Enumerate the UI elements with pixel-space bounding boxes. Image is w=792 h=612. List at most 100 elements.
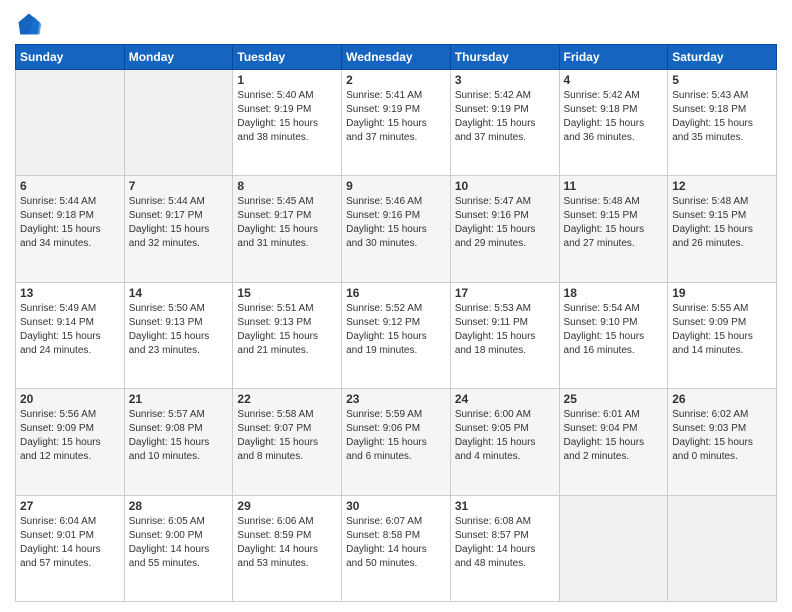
day-header-row: SundayMondayTuesdayWednesdayThursdayFrid… — [16, 45, 777, 70]
calendar-cell: 18 Sunrise: 5:54 AMSunset: 9:10 PMDayligh… — [559, 282, 668, 388]
day-header-sunday: Sunday — [16, 45, 125, 70]
calendar-cell: 23 Sunrise: 5:59 AMSunset: 9:06 PMDayligh… — [342, 389, 451, 495]
day-number: 30 — [346, 499, 446, 513]
calendar-cell: 6Sunrise: 5:44 AMSunset: 9:18 PMDaylight… — [16, 176, 125, 282]
day-info: Sunrise: 5:44 AMSunset: 9:17 PMDaylight:… — [129, 195, 229, 251]
day-info: Sunrise: 6:07 AMSunset: 8:58 PMDaylight:… — [346, 515, 446, 571]
calendar-cell: 10 Sunrise: 5:47 AMSunset: 9:16 PMDayligh… — [450, 176, 559, 282]
day-number: 22 — [237, 392, 337, 406]
calendar-cell: 28 Sunrise: 6:05 AMSunset: 9:00 PMDayligh… — [124, 495, 233, 601]
day-info: Sunrise: 6:02 AMSunset: 9:03 PMDaylight:… — [672, 408, 772, 464]
logo — [15, 10, 47, 38]
day-number: 4 — [564, 73, 664, 87]
day-info: Sunrise: 5:47 AMSunset: 9:16 PMDaylight:… — [455, 195, 555, 251]
day-number: 27 — [20, 499, 120, 513]
calendar-cell — [668, 495, 777, 601]
day-info: Sunrise: 5:45 AMSunset: 9:17 PMDaylight:… — [237, 195, 337, 251]
day-number: 12 — [672, 179, 772, 193]
day-number: 26 — [672, 392, 772, 406]
day-info: Sunrise: 6:06 AMSunset: 8:59 PMDaylight:… — [237, 515, 337, 571]
day-info: Sunrise: 5:54 AMSunset: 9:10 PMDaylight:… — [564, 302, 664, 358]
day-number: 25 — [564, 392, 664, 406]
calendar-cell: 8 Sunrise: 5:45 AMSunset: 9:17 PMDaylight… — [233, 176, 342, 282]
calendar-cell — [16, 70, 125, 176]
calendar-cell: 7 Sunrise: 5:44 AMSunset: 9:17 PMDaylight… — [124, 176, 233, 282]
day-info: Sunrise: 5:41 AMSunset: 9:19 PMDaylight:… — [346, 89, 446, 145]
calendar-cell: 3 Sunrise: 5:42 AMSunset: 9:19 PMDaylight… — [450, 70, 559, 176]
day-info: Sunrise: 5:43 AMSunset: 9:18 PMDaylight:… — [672, 89, 772, 145]
day-number: 9 — [346, 179, 446, 193]
day-number: 13 — [20, 286, 120, 300]
calendar-cell: 30 Sunrise: 6:07 AMSunset: 8:58 PMDayligh… — [342, 495, 451, 601]
day-info: Sunrise: 5:55 AMSunset: 9:09 PMDaylight:… — [672, 302, 772, 358]
day-info: Sunrise: 6:08 AMSunset: 8:57 PMDaylight:… — [455, 515, 555, 571]
week-row-1: 1 Sunrise: 5:40 AMSunset: 9:19 PMDaylight… — [16, 70, 777, 176]
week-row-4: 20 Sunrise: 5:56 AMSunset: 9:09 PMDayligh… — [16, 389, 777, 495]
calendar-cell: 20 Sunrise: 5:56 AMSunset: 9:09 PMDayligh… — [16, 389, 125, 495]
day-number: 2 — [346, 73, 446, 87]
day-number: 11 — [564, 179, 664, 193]
day-number: 1 — [237, 73, 337, 87]
generalblue-logo-icon — [15, 10, 43, 38]
week-row-2: 6Sunrise: 5:44 AMSunset: 9:18 PMDaylight… — [16, 176, 777, 282]
day-info: Sunrise: 5:50 AMSunset: 9:13 PMDaylight:… — [129, 302, 229, 358]
day-info: Sunrise: 5:46 AMSunset: 9:16 PMDaylight:… — [346, 195, 446, 251]
day-info: Sunrise: 6:01 AMSunset: 9:04 PMDaylight:… — [564, 408, 664, 464]
calendar-cell: 16Sunrise: 5:52 AMSunset: 9:12 PMDayligh… — [342, 282, 451, 388]
calendar-cell: 27Sunrise: 6:04 AMSunset: 9:01 PMDayligh… — [16, 495, 125, 601]
day-info: Sunrise: 6:05 AMSunset: 9:00 PMDaylight:… — [129, 515, 229, 571]
day-number: 7 — [129, 179, 229, 193]
calendar-cell: 4 Sunrise: 5:42 AMSunset: 9:18 PMDaylight… — [559, 70, 668, 176]
header — [15, 10, 777, 38]
calendar-cell: 5 Sunrise: 5:43 AMSunset: 9:18 PMDaylight… — [668, 70, 777, 176]
calendar-cell: 13 Sunrise: 5:49 AMSunset: 9:14 PMDayligh… — [16, 282, 125, 388]
day-number: 14 — [129, 286, 229, 300]
day-number: 3 — [455, 73, 555, 87]
day-info: Sunrise: 5:51 AMSunset: 9:13 PMDaylight:… — [237, 302, 337, 358]
calendar-cell: 15Sunrise: 5:51 AMSunset: 9:13 PMDayligh… — [233, 282, 342, 388]
calendar-cell — [124, 70, 233, 176]
day-info: Sunrise: 5:40 AMSunset: 9:19 PMDaylight:… — [237, 89, 337, 145]
day-info: Sunrise: 5:57 AMSunset: 9:08 PMDaylight:… — [129, 408, 229, 464]
day-number: 18 — [564, 286, 664, 300]
calendar-cell: 11 Sunrise: 5:48 AMSunset: 9:15 PMDayligh… — [559, 176, 668, 282]
calendar-cell: 19Sunrise: 5:55 AMSunset: 9:09 PMDayligh… — [668, 282, 777, 388]
day-number: 8 — [237, 179, 337, 193]
day-header-wednesday: Wednesday — [342, 45, 451, 70]
day-number: 28 — [129, 499, 229, 513]
day-info: Sunrise: 5:59 AMSunset: 9:06 PMDaylight:… — [346, 408, 446, 464]
day-info: Sunrise: 5:42 AMSunset: 9:19 PMDaylight:… — [455, 89, 555, 145]
calendar-cell: 26 Sunrise: 6:02 AMSunset: 9:03 PMDayligh… — [668, 389, 777, 495]
day-number: 10 — [455, 179, 555, 193]
day-info: Sunrise: 5:52 AMSunset: 9:12 PMDaylight:… — [346, 302, 446, 358]
page: SundayMondayTuesdayWednesdayThursdayFrid… — [0, 0, 792, 612]
day-number: 31 — [455, 499, 555, 513]
week-row-3: 13 Sunrise: 5:49 AMSunset: 9:14 PMDayligh… — [16, 282, 777, 388]
week-row-5: 27Sunrise: 6:04 AMSunset: 9:01 PMDayligh… — [16, 495, 777, 601]
calendar-cell: 1 Sunrise: 5:40 AMSunset: 9:19 PMDaylight… — [233, 70, 342, 176]
day-info: Sunrise: 5:48 AMSunset: 9:15 PMDaylight:… — [564, 195, 664, 251]
day-info: Sunrise: 5:42 AMSunset: 9:18 PMDaylight:… — [564, 89, 664, 145]
day-info: Sunrise: 5:58 AMSunset: 9:07 PMDaylight:… — [237, 408, 337, 464]
calendar-cell: 25 Sunrise: 6:01 AMSunset: 9:04 PMDayligh… — [559, 389, 668, 495]
calendar-cell — [559, 495, 668, 601]
day-number: 17 — [455, 286, 555, 300]
calendar-body: 1 Sunrise: 5:40 AMSunset: 9:19 PMDaylight… — [16, 70, 777, 602]
day-number: 5 — [672, 73, 772, 87]
calendar-cell: 24Sunrise: 6:00 AMSunset: 9:05 PMDayligh… — [450, 389, 559, 495]
calendar-cell: 29 Sunrise: 6:06 AMSunset: 8:59 PMDayligh… — [233, 495, 342, 601]
calendar-table: SundayMondayTuesdayWednesdayThursdayFrid… — [15, 44, 777, 602]
day-header-friday: Friday — [559, 45, 668, 70]
calendar-cell: 2 Sunrise: 5:41 AMSunset: 9:19 PMDaylight… — [342, 70, 451, 176]
calendar-cell: 17Sunrise: 5:53 AMSunset: 9:11 PMDayligh… — [450, 282, 559, 388]
day-info: Sunrise: 5:49 AMSunset: 9:14 PMDaylight:… — [20, 302, 120, 358]
day-number: 29 — [237, 499, 337, 513]
day-info: Sunrise: 5:56 AMSunset: 9:09 PMDaylight:… — [20, 408, 120, 464]
day-number: 20 — [20, 392, 120, 406]
day-number: 6 — [20, 179, 120, 193]
day-number: 23 — [346, 392, 446, 406]
calendar-cell: 14 Sunrise: 5:50 AMSunset: 9:13 PMDayligh… — [124, 282, 233, 388]
day-header-monday: Monday — [124, 45, 233, 70]
day-header-thursday: Thursday — [450, 45, 559, 70]
day-info: Sunrise: 6:00 AMSunset: 9:05 PMDaylight:… — [455, 408, 555, 464]
